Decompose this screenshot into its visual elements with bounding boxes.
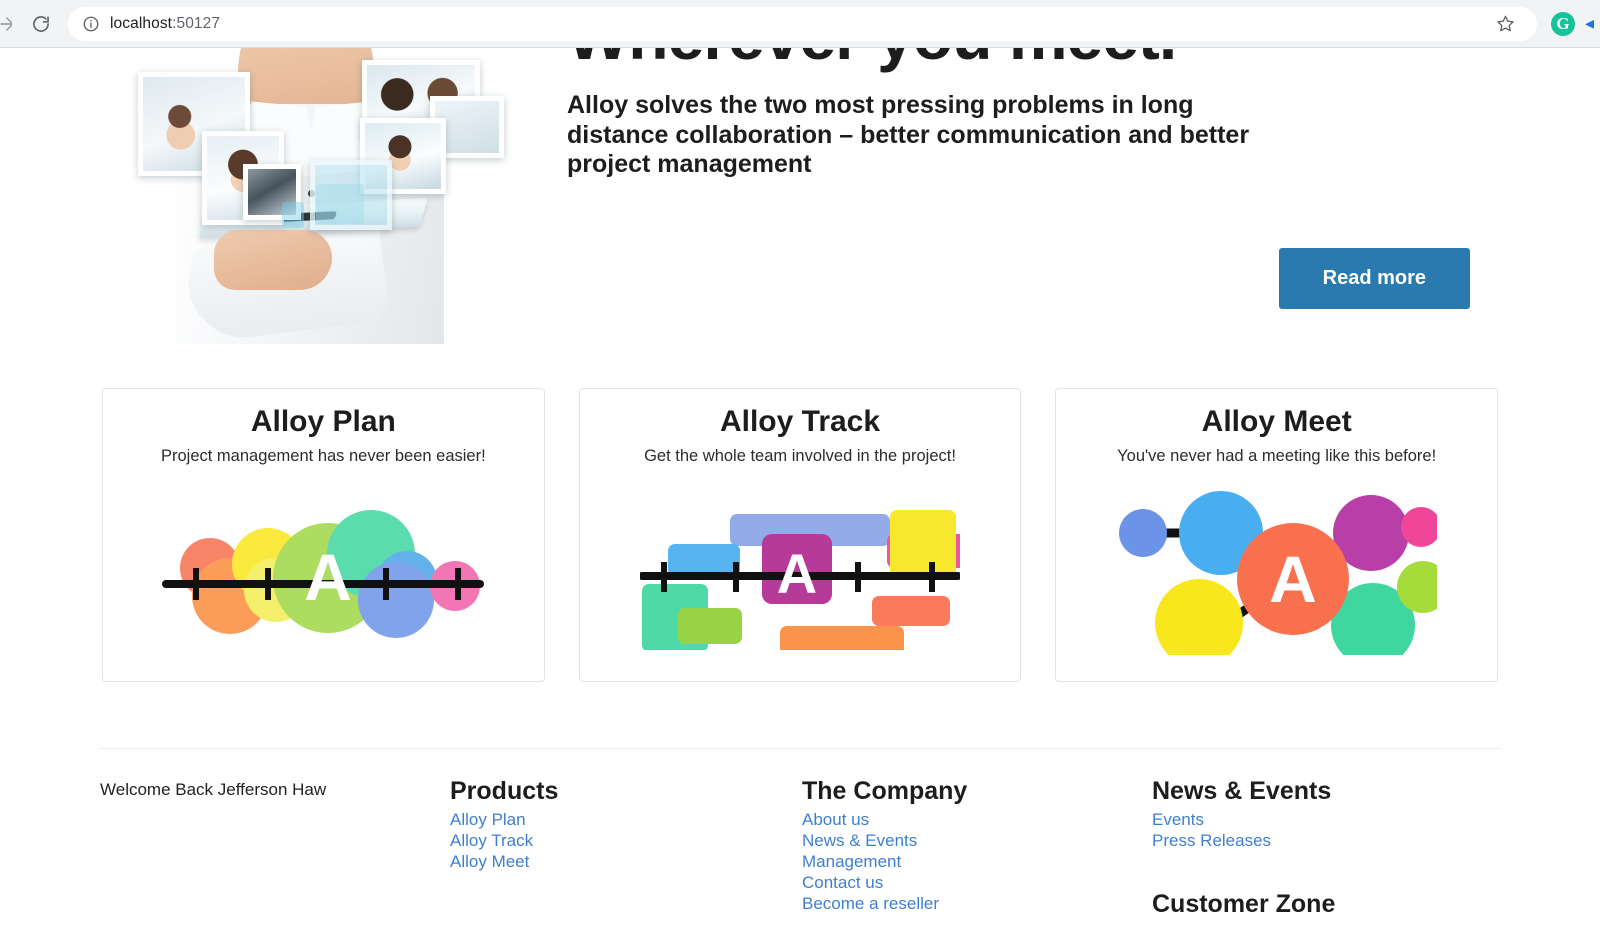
address-bar[interactable]: localhost:50127 bbox=[68, 6, 1537, 41]
url-host: localhost bbox=[110, 14, 173, 32]
hero-section: Wherever you meet. Alloy solves the two … bbox=[100, 48, 1500, 388]
footer-link-news-events[interactable]: News & Events bbox=[802, 831, 1152, 852]
footer-heading: Products bbox=[450, 777, 559, 805]
footer-link-about-us[interactable]: About us bbox=[802, 810, 1152, 831]
footer-heading: News & Events bbox=[1152, 777, 1332, 805]
alloy-track-gantt-logo: A bbox=[580, 482, 1021, 660]
forward-button-clipped[interactable] bbox=[0, 7, 12, 41]
alloy-meet-network-logo: A bbox=[1056, 482, 1497, 660]
footer-link-press-releases[interactable]: Press Releases bbox=[1152, 831, 1500, 852]
footer-link-management[interactable]: Management bbox=[802, 852, 1152, 873]
card-tagline: Project management has never been easier… bbox=[160, 446, 486, 465]
extensions-arrow-icon[interactable]: ◂ bbox=[1585, 13, 1594, 34]
product-cards: Alloy Plan Project management has never … bbox=[100, 388, 1500, 682]
logo-letter: A bbox=[777, 542, 817, 605]
alloy-plan-timeline-logo: A bbox=[103, 482, 544, 660]
footer-link-alloy-meet[interactable]: Alloy Meet bbox=[450, 852, 802, 873]
footer-heading-customer-zone: Customer Zone bbox=[1152, 889, 1336, 918]
content-container: Wherever you meet. Alloy solves the two … bbox=[100, 48, 1500, 923]
product-card-alloy-plan[interactable]: Alloy Plan Project management has never … bbox=[102, 388, 545, 682]
grammarly-extension-icon[interactable]: G bbox=[1550, 11, 1575, 36]
footer-welcome: Welcome Back Jefferson Haw bbox=[100, 777, 450, 923]
card-title: Alloy Meet bbox=[1201, 405, 1352, 438]
footer-column-news: News & Events Events Press Releases Cust… bbox=[1152, 777, 1500, 923]
logo-letter: A bbox=[1269, 542, 1317, 616]
card-title: Alloy Plan bbox=[250, 405, 396, 438]
product-card-alloy-track[interactable]: Alloy Track Get the whole team involved … bbox=[578, 388, 1022, 682]
site-footer: Welcome Back Jefferson Haw Products Allo… bbox=[100, 749, 1500, 923]
footer-link-become-a-reseller[interactable]: Become a reseller bbox=[802, 894, 1152, 915]
card-tagline: You've never had a meeting like this bef… bbox=[1117, 446, 1437, 465]
browser-toolbar: localhost:50127 G ◂ bbox=[0, 0, 1600, 48]
footer-link-events[interactable]: Events bbox=[1152, 810, 1500, 831]
welcome-message: Welcome Back Jefferson Haw bbox=[100, 780, 327, 799]
hero-copy: Wherever you meet. Alloy solves the two … bbox=[567, 48, 1467, 179]
footer-link-contact-us[interactable]: Contact us bbox=[802, 873, 1152, 894]
url-port: :50127 bbox=[172, 14, 221, 32]
logo-letter: A bbox=[304, 540, 352, 614]
hero-subtitle: Alloy solves the two most pressing probl… bbox=[567, 91, 1250, 178]
reload-icon[interactable] bbox=[24, 7, 58, 41]
card-title: Alloy Track bbox=[719, 405, 881, 438]
extension-icons: G ◂ bbox=[1545, 11, 1600, 36]
page-viewport: Wherever you meet. Alloy solves the two … bbox=[0, 48, 1600, 933]
footer-link-alloy-plan[interactable]: Alloy Plan bbox=[450, 810, 802, 831]
info-circle-icon[interactable] bbox=[82, 15, 100, 33]
read-more-button[interactable]: Read more bbox=[1278, 248, 1470, 309]
hero-cta-row: Read more bbox=[100, 248, 1470, 309]
footer-link-alloy-track[interactable]: Alloy Track bbox=[450, 831, 802, 852]
hero-title: Wherever you meet. bbox=[567, 48, 1467, 71]
forward-arrow-icon[interactable] bbox=[0, 7, 12, 41]
star-icon[interactable] bbox=[1491, 9, 1521, 39]
footer-column-products: Products Alloy Plan Alloy Track Alloy Me… bbox=[450, 777, 802, 923]
footer-heading: The Company bbox=[802, 777, 968, 805]
product-card-alloy-meet[interactable]: Alloy Meet You've never had a meeting li… bbox=[1055, 388, 1499, 682]
url-text: localhost:50127 bbox=[110, 15, 220, 33]
card-tagline: Get the whole team involved in the proje… bbox=[644, 446, 956, 465]
footer-column-company: The Company About us News & Events Manag… bbox=[802, 777, 1152, 923]
